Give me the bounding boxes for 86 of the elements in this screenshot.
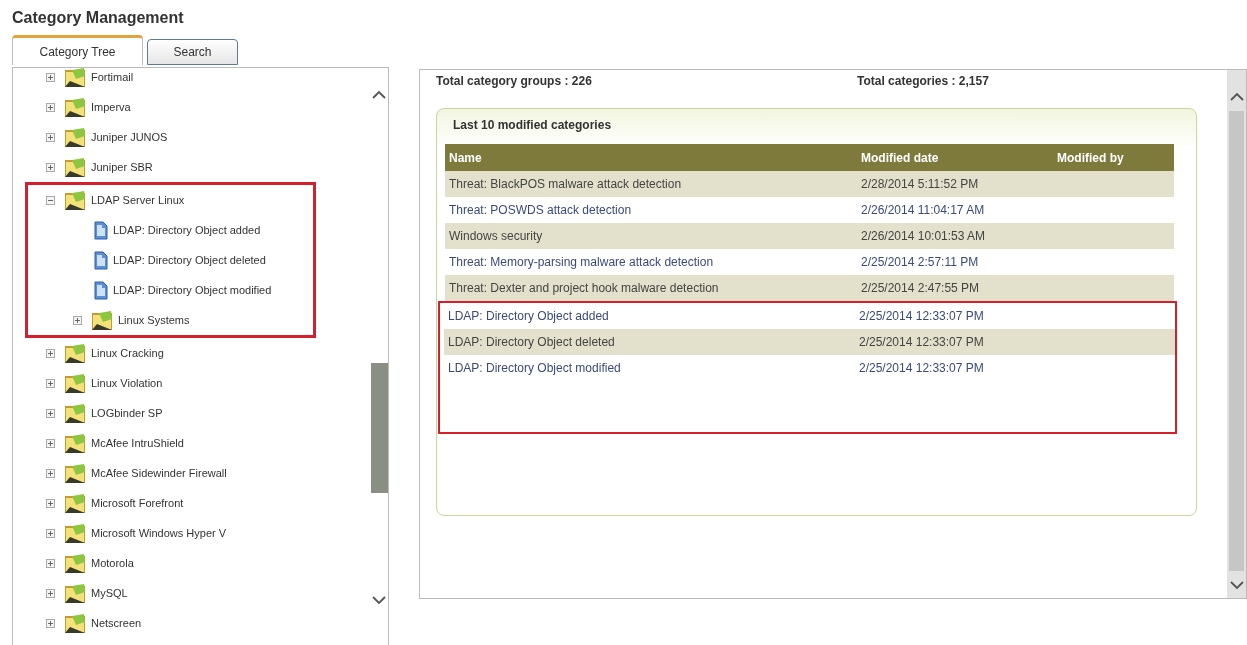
table-cell[interactable]: Threat: Memory-parsing malware attack detection — [445, 255, 857, 269]
card-title: Last 10 modified categories — [452, 117, 612, 134]
folder-icon — [64, 432, 86, 454]
table-cell-text: 2/28/2014 5:11:52 PM — [860, 177, 980, 191]
table-cell-text: 2/26/2014 10:01:53 AM — [860, 229, 987, 243]
scroll-up-icon[interactable] — [372, 90, 386, 99]
folder-icon — [64, 402, 86, 424]
tree-item[interactable]: MySQL — [91, 587, 128, 599]
tree-item[interactable]: Linux Systems — [118, 314, 190, 326]
page-title: Category Management — [12, 9, 184, 27]
scroll-down-icon[interactable] — [1229, 581, 1244, 590]
tree-item[interactable]: McAfee Sidewinder Firewall — [91, 467, 227, 479]
expand-toggle[interactable] — [46, 438, 55, 448]
table-cell[interactable]: LDAP: Directory Object added — [444, 309, 855, 323]
tree-item[interactable]: Microsoft Windows Hyper V — [91, 527, 227, 539]
table-cell[interactable]: LDAP: Directory Object deleted — [444, 335, 855, 349]
expand-toggle[interactable] — [46, 588, 55, 598]
document-icon — [94, 220, 108, 240]
group-count: Total category groups : 226 — [436, 74, 593, 88]
folder-icon — [64, 612, 86, 634]
tree-item[interactable]: Imperva — [91, 101, 131, 113]
table-cell-text: 2/25/2014 2:47:55 PM — [860, 281, 981, 295]
expand-toggle[interactable] — [73, 315, 82, 325]
table-cell[interactable]: LDAP: Directory Object modified — [444, 361, 855, 375]
document-icon — [94, 250, 108, 270]
tree-item[interactable]: LOGbinder SP — [91, 407, 163, 419]
table-cell-text: 2/26/2014 11:04:17 AM — [860, 203, 986, 217]
folder-icon — [64, 372, 86, 394]
folder-icon — [64, 522, 86, 544]
expand-toggle[interactable] — [46, 132, 55, 142]
table-cell[interactable]: Threat: POSWDS attack detection — [445, 203, 857, 217]
tree-item[interactable]: Netscreen — [91, 617, 142, 629]
tree-item[interactable]: Microsoft Forefront — [91, 497, 184, 509]
tree-item[interactable]: LDAP: Directory Object deleted — [113, 254, 266, 266]
folder-icon — [64, 156, 86, 178]
tree-item[interactable]: Fortimail — [91, 71, 134, 83]
expand-toggle[interactable] — [46, 102, 55, 112]
tree-item[interactable]: Linux Violation — [91, 377, 163, 389]
scroll-thumb[interactable] — [370, 363, 388, 493]
folder-icon — [64, 462, 86, 484]
expand-toggle[interactable] — [46, 72, 55, 82]
table-cell-text: 2/25/2014 12:33:07 PM — [858, 361, 985, 375]
tree-item[interactable]: Juniper SBR — [91, 161, 153, 173]
tree-item[interactable]: LDAP: Directory Object modified — [113, 284, 272, 296]
category-count: Total categories : 2,157 — [857, 74, 989, 88]
expand-toggle[interactable] — [46, 162, 55, 172]
expand-toggle[interactable] — [46, 528, 55, 538]
table-cell[interactable]: Threat: BlackPOS malware attack detection — [445, 177, 857, 191]
tree-item[interactable]: Linux Cracking — [91, 347, 164, 359]
tree-item[interactable]: LDAP: Directory Object added — [113, 224, 261, 236]
tab[interactable]: Search — [147, 39, 238, 65]
folder-icon — [64, 552, 86, 574]
scroll-down-icon[interactable] — [372, 596, 386, 605]
document-icon — [94, 280, 108, 300]
folder-icon — [64, 492, 86, 514]
folder-icon — [64, 189, 86, 211]
tree-item[interactable]: Juniper JUNOS — [91, 131, 168, 143]
scroll-thumb[interactable] — [1229, 111, 1244, 571]
table-cell[interactable]: Windows security — [445, 229, 857, 243]
expand-toggle[interactable] — [46, 618, 55, 628]
scroll-up-icon[interactable] — [1229, 92, 1244, 101]
expand-toggle[interactable] — [46, 558, 55, 568]
tree-item[interactable]: Motorola — [91, 557, 134, 569]
expand-toggle[interactable] — [46, 348, 55, 358]
folder-icon — [64, 68, 86, 88]
folder-icon — [64, 582, 86, 604]
folder-icon — [64, 96, 86, 118]
table-cell-text: 2/25/2014 12:33:07 PM — [858, 335, 985, 349]
folder-icon — [64, 126, 86, 148]
table-cell-text: 2/25/2014 2:57:11 PM — [860, 255, 980, 269]
column-header: Modified by — [1056, 150, 1124, 165]
column-header: Modified date — [860, 150, 940, 165]
tree-item[interactable]: LDAP Server Linux — [91, 194, 185, 206]
folder-icon — [91, 309, 113, 331]
tab[interactable]: Category Tree — [12, 35, 143, 65]
column-header: Name — [448, 150, 483, 165]
expand-toggle[interactable] — [46, 378, 55, 388]
collapse-toggle[interactable] — [46, 195, 55, 205]
scrollbar[interactable] — [1227, 70, 1246, 598]
tree-item[interactable]: McAfee IntruShield — [91, 437, 184, 449]
folder-icon — [64, 342, 86, 364]
expand-toggle[interactable] — [46, 468, 55, 478]
table-cell[interactable]: Threat: Dexter and project hook malware detection — [445, 281, 857, 295]
expand-toggle[interactable] — [46, 498, 55, 508]
table-cell-text: 2/25/2014 12:33:07 PM — [858, 309, 985, 323]
expand-toggle[interactable] — [46, 408, 55, 418]
